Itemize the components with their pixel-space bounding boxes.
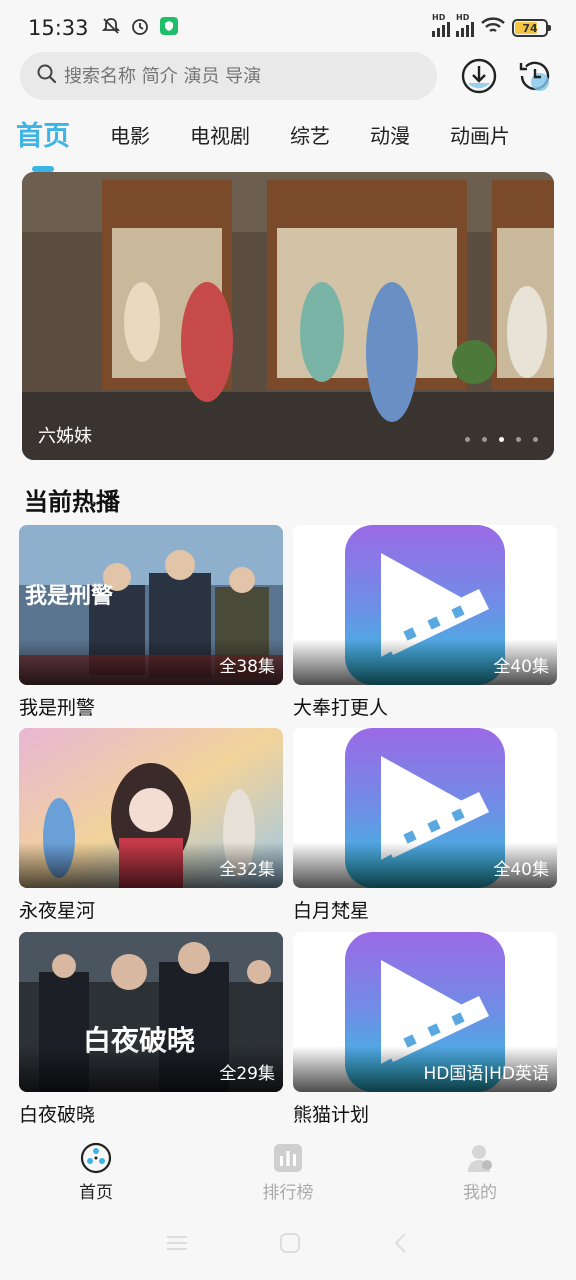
tab-cartoon[interactable]: 动画片 [450,108,510,149]
battery-icon: 74 [512,19,551,37]
video-title: 白月梵星 [293,900,370,922]
search-row [20,52,556,100]
episode-badge: HD国语|HD英语 [423,1064,549,1084]
nav-profile[interactable]: 我的 [384,1132,576,1212]
user-profile-icon [468,1145,492,1172]
signal-2-icon: HD [456,13,474,37]
mute-bell-icon [101,16,121,40]
download-icon [461,58,497,94]
tab-variety[interactable]: 综艺 [290,108,330,149]
status-time: 15:33 [28,16,89,40]
episode-badge: 全38集 [219,657,275,677]
history-button[interactable] [515,56,555,96]
episode-badge: 全29集 [219,1064,275,1084]
tab-anime[interactable]: 动漫 [370,108,410,149]
search-box[interactable] [20,52,437,100]
nav-home[interactable]: 首页 [0,1132,192,1212]
pagination-dot[interactable] [482,437,487,442]
pagination-dot-active[interactable] [499,437,504,442]
video-thumbnail: 全40集 [293,728,557,888]
banner-image [22,172,554,460]
video-card[interactable]: 白夜破晓 全29集 白夜破晓 [19,932,283,1127]
nav-label: 首页 [79,1183,113,1203]
video-title: 熊猫计划 [293,1104,370,1126]
tab-home[interactable]: 首页 [16,108,70,153]
search-icon [36,63,58,89]
video-thumbnail: 全40集 [293,525,557,685]
pagination-dot[interactable] [465,437,470,442]
video-card[interactable]: 全40集 大奉打更人 [293,525,557,720]
nav-label: 排行榜 [262,1183,314,1203]
video-card[interactable]: 全40集 白月梵星 [293,728,557,923]
film-reel-icon [80,1142,112,1174]
video-card[interactable]: 我是刑警 全38集 我是刑警 [19,525,283,720]
episode-badge: 全40集 [493,657,549,677]
category-tabs: 首页 电影 电视剧 综艺 动漫 动画片 [16,108,576,172]
episode-badge: 全40集 [493,860,549,880]
pagination-dot[interactable] [516,437,521,442]
video-title: 永夜星河 [19,900,96,922]
status-bar: 15:33 HD HD 74 [0,0,576,56]
back-icon[interactable] [391,1231,411,1259]
shield-app-icon [159,16,179,40]
video-thumbnail: 全32集 [19,728,283,888]
search-input[interactable] [64,65,394,87]
nav-ranking[interactable]: 排行榜 [192,1132,384,1212]
download-button[interactable] [459,56,499,96]
history-icon [519,61,550,91]
video-title: 大奉打更人 [293,697,389,719]
svg-text:我是刑警: 我是刑警 [25,583,113,609]
video-card[interactable]: HD国语|HD英语 熊猫计划 [293,932,557,1127]
video-title: 我是刑警 [19,697,96,719]
tab-tv-series[interactable]: 电视剧 [190,108,250,149]
video-thumbnail: 我是刑警 全38集 [19,525,283,685]
video-title: 白夜破晓 [19,1104,96,1126]
banner-caption: 六姊妹 [38,426,92,447]
episode-badge: 全32集 [219,860,275,880]
ranking-chart-icon [274,1144,302,1172]
featured-banner[interactable]: 六姊妹 [22,172,554,460]
alarm-icon [129,15,151,41]
battery-level: 74 [522,21,538,35]
tab-movie[interactable]: 电影 [110,108,150,149]
signal-1-icon: HD [432,13,450,37]
menu-icon[interactable] [165,1233,189,1257]
pagination-dot[interactable] [533,437,538,442]
nav-label: 我的 [463,1183,497,1203]
video-thumbnail: HD国语|HD英语 [293,932,557,1092]
bottom-nav: 首页 排行榜 我的 [0,1132,576,1212]
home-square-icon[interactable] [278,1231,302,1259]
video-thumbnail: 白夜破晓 全29集 [19,932,283,1092]
banner-pagination [465,437,538,442]
wifi-icon [480,16,506,40]
system-nav-bar [0,1220,576,1270]
section-title: 当前热播 [24,488,120,516]
video-card[interactable]: 全32集 永夜星河 [19,728,283,923]
